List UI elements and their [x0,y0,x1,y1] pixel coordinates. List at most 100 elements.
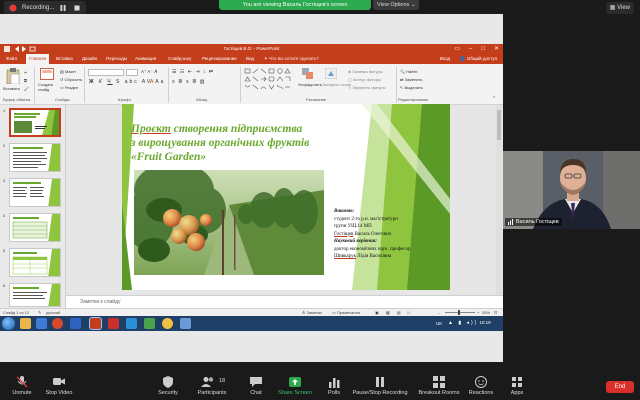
list-buttons[interactable]: ☰ ☷ ⇤ ⇥ ↕ ⇄ [172,69,214,75]
replace-button[interactable]: ⇄ Заменить [400,77,422,82]
slide-thumbnail-5[interactable] [9,248,61,277]
tab-view[interactable]: Вид [246,54,254,64]
notes-pane[interactable]: Заметки к слайду [66,295,503,308]
tab-transitions[interactable]: Переходы [106,54,127,64]
pause-stop-recording-button[interactable]: Pause/Stop Recording [348,376,412,396]
view-options-button[interactable]: View Options ⌄ [373,0,420,10]
section-label: Раздел [64,85,79,90]
arrange-icon[interactable] [302,68,314,79]
start-button-icon[interactable] [2,317,15,330]
shape-effects-button[interactable]: ◇ Эффекты фигуры [348,85,386,90]
tab-insert[interactable]: Вставка [56,54,73,64]
quick-styles-label[interactable]: Экспресс-стили [322,82,351,87]
group-drawing-label: Рисование [306,97,327,102]
pdf-taskbar-icon[interactable] [108,318,119,329]
shape-outline-label: Контур фигуры [352,77,381,82]
quick-styles-icon[interactable] [325,68,337,79]
security-button[interactable]: Security [144,376,192,396]
font-grow-shrink-icons[interactable]: A⁺ A⁻ 𝐴 [141,69,157,75]
new-slide-icon[interactable] [40,68,54,80]
minimize-icon[interactable]: – [469,45,472,53]
recording-indicator[interactable]: Recording... [4,1,87,15]
section-button[interactable]: ▭ Раздел [60,85,78,90]
app-taskbar-icon[interactable] [162,318,173,329]
cut-icon[interactable]: ✂ [24,70,27,75]
arrange-label[interactable]: Упорядочить [298,82,322,87]
browser-taskbar-icon[interactable] [36,318,47,329]
participant-video-tile[interactable]: Василь Гостіщев [503,151,640,229]
excel-taskbar-icon[interactable] [144,318,155,329]
explorer-taskbar-icon[interactable] [20,318,31,329]
powerpoint-titlebar: Гостіщев В.О. - PowerPoint ▭ – □ ✕ [0,44,503,54]
reset-button[interactable]: ↺ Сбросить [60,77,82,82]
font-color-icon[interactable]: A [150,79,153,85]
pause-recording-icon[interactable] [58,3,68,13]
layout-button[interactable]: ▤ Макет [60,69,76,74]
chrome-taskbar-icon[interactable] [52,318,63,329]
zoom-bottom-bar: Unmute Stop Video Security Participants … [0,372,640,400]
tab-home[interactable]: Главная [26,54,50,64]
font-family-select[interactable] [88,69,124,76]
apps-button[interactable]: Apps [493,376,541,396]
share-button[interactable]: 👤 Общий доступ [460,54,497,64]
participant-name-tag: Василь Гостіщев [505,218,562,226]
slide-thumbnail-2[interactable] [9,143,61,172]
shapes-gallery-icon[interactable] [244,68,296,92]
stop-video-button[interactable]: Stop Video [35,376,83,396]
current-slide[interactable]: Проєкт створення підприємства з вирощува… [122,104,450,290]
edit-area-scrollbar[interactable] [496,105,502,295]
comments-toggle-label: Примечания [336,310,360,315]
stop-recording-icon[interactable] [72,3,82,13]
reactions-smiley-icon [475,376,487,388]
close-icon[interactable]: ✕ [494,45,499,53]
tab-design[interactable]: Дизайн [82,54,97,64]
performed-by-label: Виконав: [334,209,355,214]
recording-label: Recording... [22,5,55,11]
view-label: View [617,5,630,11]
slide-thumbnail-4[interactable] [9,213,61,242]
word-taskbar-icon[interactable] [70,318,81,329]
view-button[interactable]: ▦ View [605,2,634,14]
zoom-taskbar-icon[interactable] [126,318,137,329]
pause-recording-icon [376,377,384,387]
paste-label[interactable]: Вставить [3,86,20,91]
ribbon-options-icon[interactable]: ▭ [454,45,460,53]
tab-slideshow[interactable]: Слайд-шоу [168,54,191,64]
slide-thumbnail-1[interactable] [9,108,61,137]
ribbon-separator [84,67,85,103]
participants-button[interactable]: Participants [188,376,236,396]
powerpoint-taskbar-icon[interactable] [89,317,102,330]
zoom-slider-thumb[interactable] [458,310,460,315]
ribbon-home: Вставить ✂ ⧉ 🖌 Буфер обмена Создать слай… [0,64,503,105]
select-button[interactable]: ↖ Выделить [400,85,423,90]
tab-review[interactable]: Рецензирование [202,54,237,64]
shape-outline-button[interactable]: ▢ Контур фигуры [348,77,381,82]
clock[interactable]: 10:19 [474,320,496,326]
find-button[interactable]: 🔍 Найти [400,69,418,74]
alignment-buttons[interactable]: ≡ ≣ ≡ ≣ ▥ [172,79,206,85]
tell-me-search[interactable]: ✦ Что вы хотите сделать? [264,54,319,64]
ribbon-tabs: Файл Главная Вставка Дизайн Переходы Ани… [0,54,503,64]
scrollbar-thumb[interactable] [497,110,501,140]
slide-thumbnail-6[interactable] [9,283,61,307]
slide-thumbnail-3[interactable] [9,178,61,207]
tab-animations[interactable]: Анимация [135,54,156,64]
maximize-icon[interactable]: □ [481,45,485,53]
end-meeting-button[interactable]: End [606,381,634,393]
format-painter-icon[interactable]: 🖌 [24,86,29,91]
audio-level-icon [508,219,513,225]
keyboard-language[interactable]: UK [436,316,442,331]
app2-taskbar-icon[interactable] [180,318,191,329]
copy-icon[interactable]: ⧉ [24,78,27,83]
sign-in-link[interactable]: Вход [440,54,450,64]
font-style-buttons[interactable]: Ж К Ч S abc AV Aa [89,79,165,85]
ribbon-separator [240,67,241,103]
group-editing-label: Редактирование [398,97,429,102]
zoom-slider[interactable] [445,312,475,313]
collapse-ribbon-icon[interactable]: ⌃ [492,96,496,102]
new-slide-label[interactable]: Создать слайд [38,82,56,92]
shape-fill-button[interactable]: ◈ Заливка фигуры [348,69,383,74]
tab-file[interactable]: Файл [6,54,17,64]
paste-icon[interactable] [6,68,20,84]
font-size-select[interactable] [126,69,138,76]
